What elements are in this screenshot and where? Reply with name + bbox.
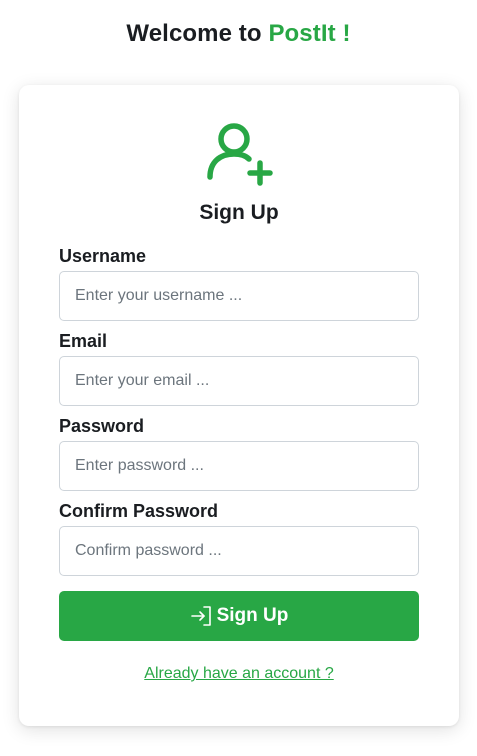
confirm-password-input[interactable] xyxy=(59,526,419,576)
person-add-icon xyxy=(207,123,273,186)
sign-in-icon xyxy=(190,606,211,626)
title-prefix: Welcome to xyxy=(126,20,269,47)
password-label: Password xyxy=(59,416,145,436)
signup-page: Welcome to PostIt ! Sign Up Username Ema… xyxy=(0,0,477,756)
confirm-password-label: Confirm Password xyxy=(59,501,219,521)
signup-card: Sign Up Username Email Password Confirm … xyxy=(19,85,459,726)
email-label: Email xyxy=(59,331,108,351)
username-label: Username xyxy=(59,246,147,266)
login-link[interactable]: Already have an account ? xyxy=(19,665,459,683)
sign-up-button[interactable]: Sign Up xyxy=(59,591,419,641)
page-title: Welcome to PostIt ! xyxy=(0,20,477,48)
sign-up-button-label: Sign Up xyxy=(216,605,289,626)
password-input[interactable] xyxy=(59,441,419,491)
brand-name: PostIt ! xyxy=(268,20,351,47)
email-input[interactable] xyxy=(59,356,419,406)
card-title: Sign Up xyxy=(199,201,279,224)
username-input[interactable] xyxy=(59,271,419,321)
